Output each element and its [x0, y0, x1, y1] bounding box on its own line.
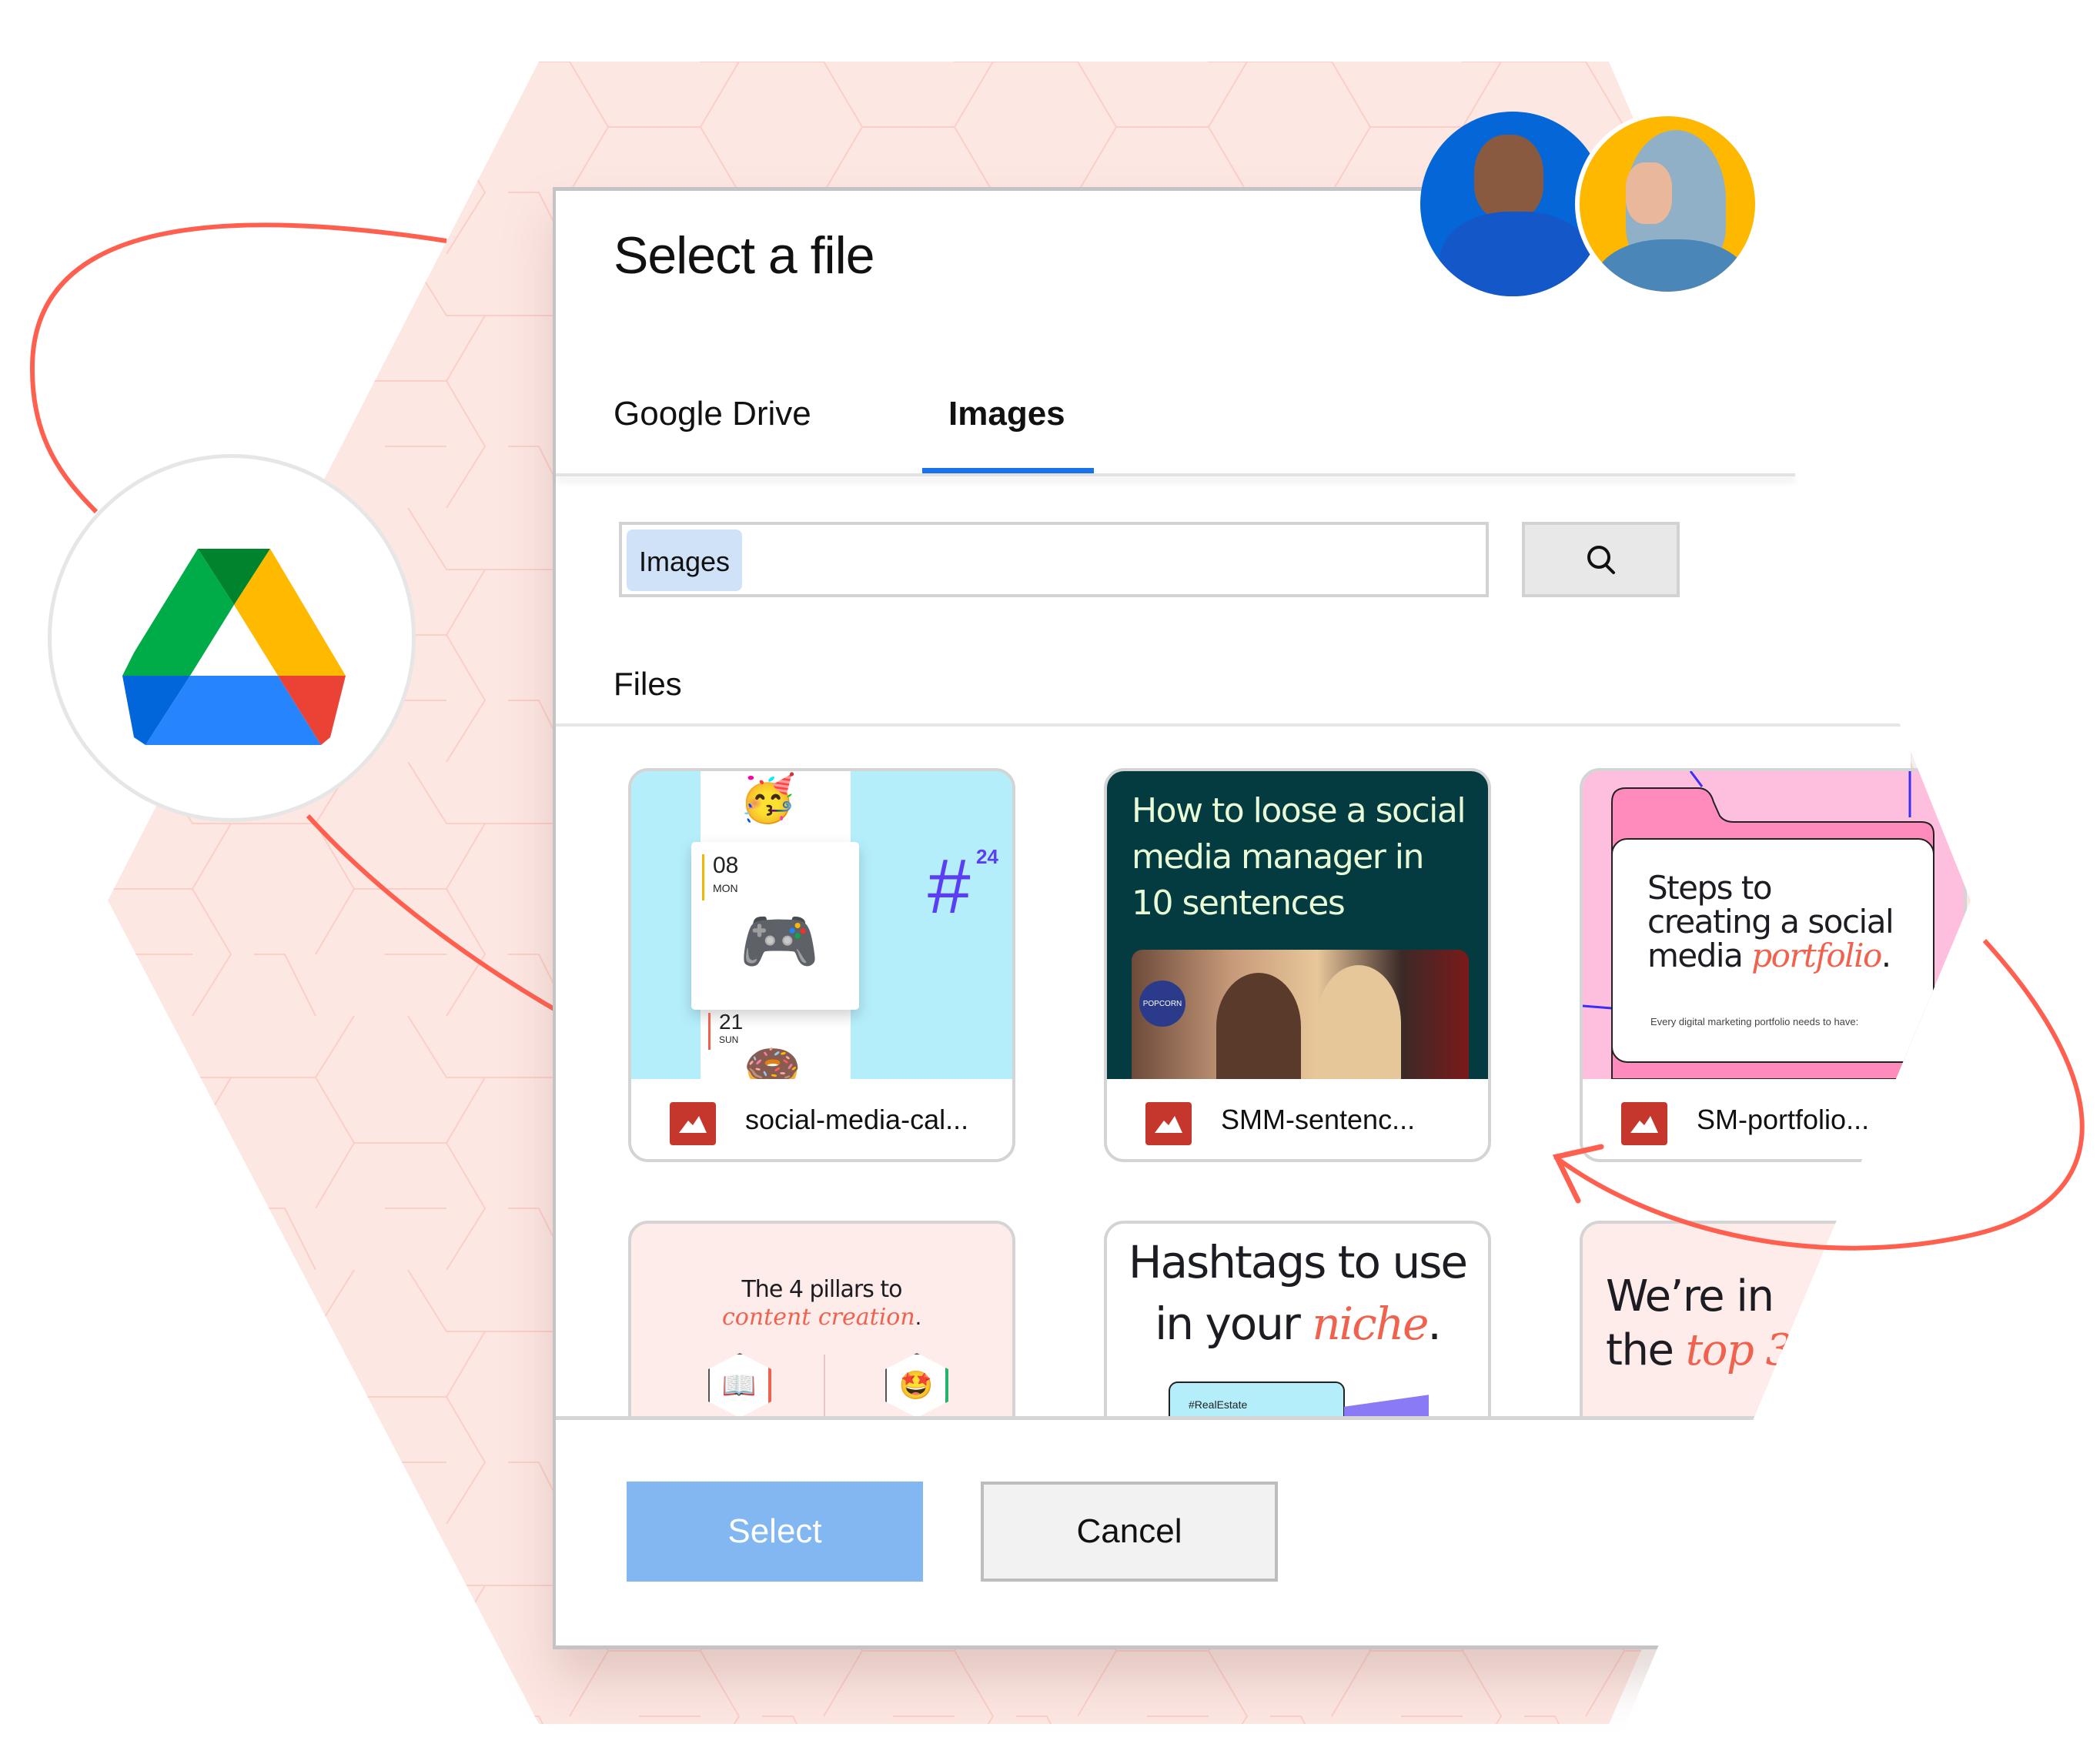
avatar-user-2 [1575, 112, 1760, 296]
google-drive-logo [122, 549, 346, 745]
avatar-jacket [1595, 239, 1749, 292]
connector-lines-front [1552, 938, 2085, 1251]
connector-curve-right [1553, 938, 2085, 1251]
google-drive-badge [48, 454, 416, 822]
avatar-face [1626, 162, 1672, 224]
avatar-hoodie [1440, 212, 1593, 296]
avatar-face [1474, 135, 1543, 219]
